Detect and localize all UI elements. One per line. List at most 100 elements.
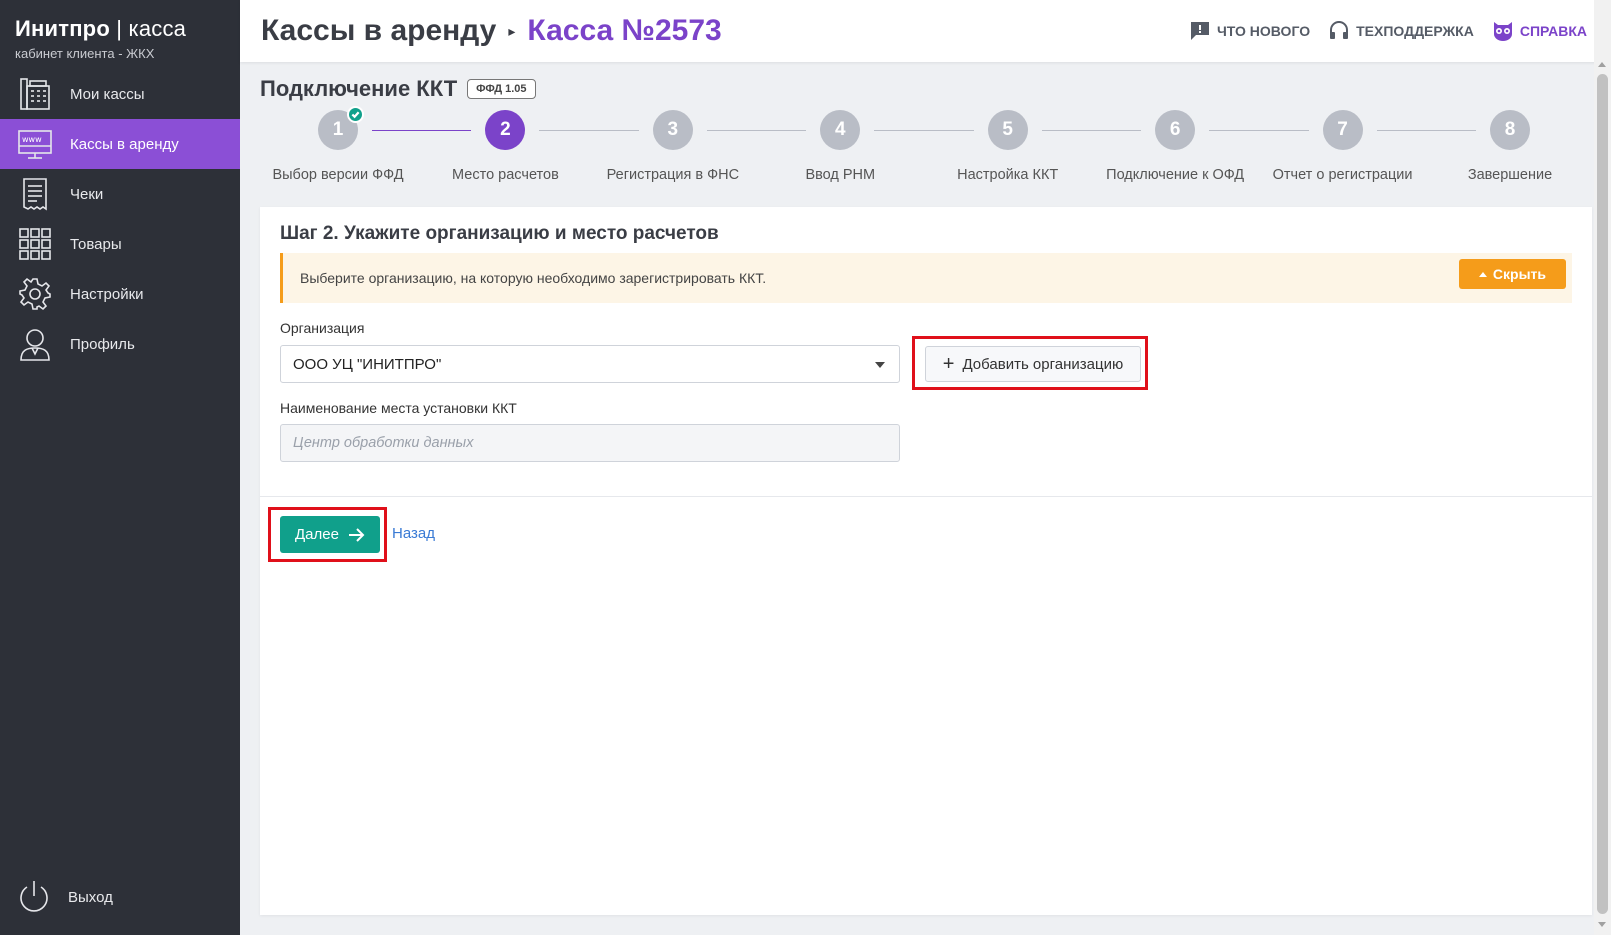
notice-banner: Выберите организацию, на которую необход… [280,253,1572,303]
whats-new-label: ЧТО НОВОГО [1216,23,1311,39]
step-label: Ввод РНМ [805,167,876,183]
sidebar-item-receipts[interactable]: Чеки [0,169,240,219]
add-organization-button[interactable]: + Добавить организацию [925,346,1141,382]
cash-register-icon [16,75,54,113]
sidebar-item-label: Товары [70,235,122,253]
monitor-www-icon: www [16,125,54,163]
divider [260,496,1592,497]
step-6: 6 Подключение к ОФД [1095,110,1255,183]
scroll-up-icon[interactable] [1598,62,1606,67]
step-number: 6 [1155,110,1196,150]
plus-icon: + [942,353,955,375]
brand-separator: | [109,16,129,41]
step-2: 2 Место расчетов [425,110,585,183]
sidebar-item-label: Чеки [70,185,104,203]
power-icon [20,881,48,912]
step-1: 1 Выбор версии ФФД [258,106,418,183]
step-number-text: 2 [500,119,511,140]
step-number: 3 [652,110,693,150]
logout-label: Выход [68,888,113,906]
scroll-down-icon[interactable] [1598,922,1606,927]
step-number-text: 7 [1337,119,1348,140]
step-number: 1 [318,106,364,150]
sidebar-item-label: Настройки [70,285,144,303]
sidebar: Инитпро | касса кабинет клиента - ЖКХ Мо… [0,0,240,935]
stepper: 1 Выбор версии ФФД 2 Место расчетов 3 Регистр… [258,106,1592,220]
step-card: Шаг 2. Укажите организацию и место расче… [260,207,1592,915]
header: Кассы в аренду ▸ Касса №2573 ЧТО НОВОГО … [240,0,1611,62]
step-label: Регистрация в ФНС [606,167,740,183]
step-label: Завершение [1467,167,1553,183]
add-organization-label: Добавить организацию [962,355,1124,373]
chevron-down-icon [875,362,885,368]
organization-selected-value: ООО УЦ "ИНИТПРО" [293,355,442,373]
breadcrumb-parent[interactable]: Кассы в аренду [261,14,496,48]
brand: Инитпро | касса кабинет клиента - ЖКХ [0,0,240,66]
message-alert-icon [1190,22,1209,40]
step-label: Подключение к ОФД [1106,167,1245,183]
brand-title: Инитпро | касса [15,16,240,42]
scrollbar[interactable] [1594,0,1611,935]
step-number: 7 [1322,110,1363,150]
step-number: 5 [987,110,1028,150]
sidebar-item-profile[interactable]: Профиль [0,319,240,369]
step-5: 5 Настройка ККТ [928,110,1088,183]
ffd-version-badge: ФФД 1.05 [467,79,536,99]
brand-product: касса [128,16,187,41]
breadcrumb-current: Касса №2573 [527,14,722,47]
step-4: 4 Ввод РНМ [760,110,920,183]
gear-icon [16,275,54,313]
sidebar-item-products[interactable]: Товары [0,219,240,269]
next-button-highlight: Далее [268,507,387,562]
step-7: 7 Отчет о регистрации [1263,110,1423,183]
sidebar-item-label: Кассы в аренду [70,135,179,153]
step-title: Шаг 2. Укажите организацию и место расче… [280,223,719,244]
step-number-text: 6 [1169,119,1181,140]
breadcrumb-separator-icon: ▸ [508,22,516,39]
step-8: 8 Завершение [1430,110,1590,183]
step-label: Отчет о регистрации [1272,167,1413,183]
support-label: ТЕХПОДДЕРЖКА [1356,23,1474,39]
help-link[interactable]: СПРАВКА [1492,20,1587,42]
sidebar-item-my-cashboxes[interactable]: Мои кассы [0,69,240,119]
grid-icon [16,225,54,263]
support-link[interactable]: ТЕХПОДДЕРЖКА [1328,20,1474,42]
page-title: Подключение ККТ [260,76,458,101]
next-label: Далее [295,526,339,543]
hide-notice-button[interactable]: Скрыть [1458,259,1566,289]
add-organization-highlight: + Добавить организацию [912,336,1148,390]
brand-subtitle: кабинет клиента - ЖКХ [15,46,155,61]
sidebar-item-label: Профиль [70,335,135,353]
step-label: Выбор версии ФФД [272,167,404,183]
notice-text: Выберите организацию, на которую необход… [300,270,767,286]
step-number-text: 4 [834,119,846,140]
page-title-row: Подключение ККТ ФФД 1.05 [260,76,1592,102]
sidebar-item-label: Мои кассы [70,85,145,103]
main-content: Подключение ККТ ФФД 1.05 1 Выбор версии Ф… [258,62,1592,915]
organization-label: Организация [280,320,365,336]
step-number: 8 [1490,110,1530,150]
whats-new-link[interactable]: ЧТО НОВОГО [1189,20,1310,42]
sidebar-item-rental-cashboxes[interactable]: www Кассы в аренду [0,119,240,169]
header-links: ЧТО НОВОГО ТЕХПОДДЕРЖКА СПРАВКА [1189,0,1587,62]
logout-button[interactable]: Выход [16,879,113,915]
scroll-thumb[interactable] [1597,74,1608,914]
next-button[interactable]: Далее [280,516,380,553]
sidebar-nav: Мои кассы www Кассы в аренду Чеки Товары… [0,69,240,369]
step-label: Настройка ККТ [957,167,1059,183]
step-number-text: 5 [1002,119,1013,140]
step-number: 4 [820,110,861,150]
brand-name: Инитпро [15,16,110,41]
owl-icon [1493,22,1512,41]
sidebar-item-settings[interactable]: Настройки [0,269,240,319]
place-input[interactable] [280,424,900,462]
organization-select[interactable]: ООО УЦ "ИНИТПРО" [280,345,900,383]
check-icon [347,106,364,123]
step-number-text: 3 [667,119,679,140]
caret-up-icon [1478,271,1487,277]
back-link[interactable]: Назад [392,525,435,542]
step-number: 2 [485,110,526,150]
user-icon [16,325,54,363]
receipt-icon [16,175,54,213]
place-label: Наименование места установки ККТ [280,400,517,416]
